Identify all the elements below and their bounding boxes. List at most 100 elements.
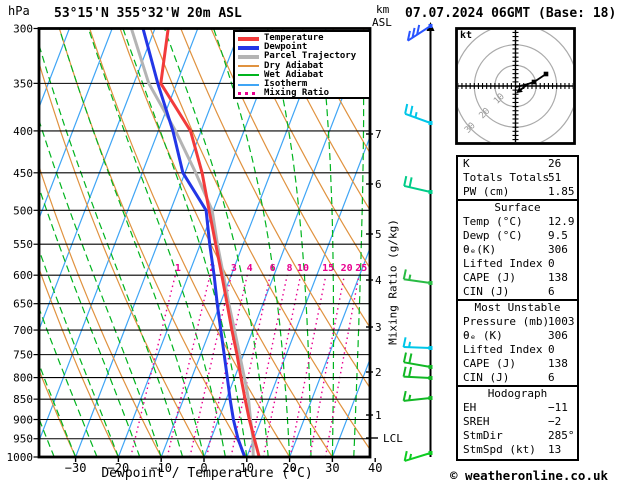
- stats-value: −11: [548, 401, 568, 414]
- stats-box-title: Most Unstable: [474, 301, 561, 314]
- stats-value: 1003: [548, 315, 575, 328]
- wind-barb: [402, 352, 433, 369]
- legend-swatch-3: [238, 65, 259, 68]
- stats-label: EH: [463, 401, 477, 414]
- legend-swatch-2: [238, 54, 259, 59]
- stats-value: −2: [548, 415, 562, 428]
- stats-label: CAPE (J): [463, 357, 516, 370]
- mixing-ratio-value-label: 20: [341, 263, 353, 274]
- stats-row: PW (cm) 1.85: [458, 185, 577, 199]
- wind-barb: [404, 103, 433, 125]
- legend-item-mixing-ratio: Mixing Ratio: [238, 89, 369, 98]
- stats-box-hodograph: Hodograph EH −11 SREH −2 StmDir 285° StmSpd (kt…: [456, 385, 579, 461]
- km-tick-label: 6: [375, 178, 382, 191]
- temp-tick-label: 40: [368, 461, 382, 475]
- legend-swatch-4: [238, 74, 259, 77]
- stats-row: CIN (J) 6: [458, 371, 577, 385]
- wet-adiabat-line: [40, 121, 162, 456]
- stats-row: Pressure (mb) 1003: [458, 315, 577, 329]
- wind-barb: [402, 337, 433, 350]
- pressure-tick-label: 400: [13, 125, 33, 138]
- stats-value: 306: [548, 243, 568, 256]
- pressure-axis-unit: hPa: [8, 4, 30, 18]
- mixing-ratio-value-label: 10: [297, 263, 309, 274]
- pressure-tick-label: 650: [13, 298, 33, 311]
- stats-row: K 26: [458, 157, 577, 171]
- pressure-tick-label: 850: [13, 393, 33, 406]
- pressure-tick-label: 550: [13, 238, 33, 251]
- pressure-tick-label: 950: [13, 433, 33, 446]
- stats-label: CIN (J): [463, 371, 510, 384]
- stats-box-surface: Surface Temp (°C) 12.9 Dewp (°C) 9.5 θₑ(K) 306…: [456, 199, 579, 303]
- stats-label: SREH: [463, 415, 490, 428]
- stats-row: StmSpd (kt) 13: [458, 443, 577, 457]
- copyright: © weatheronline.co.uk: [450, 468, 609, 483]
- wind-barb: [402, 366, 433, 380]
- datetime-title: 07.07.2024 06GMT (Base: 18): [405, 6, 617, 21]
- stats-value: 306: [548, 329, 568, 342]
- altitude-axis-unit-asl: ASL: [372, 16, 392, 29]
- x-axis-label: Dewpoint / Temperature (°C): [101, 466, 313, 481]
- dry-adiabat-line: [40, 64, 205, 456]
- stats-label: K: [463, 157, 470, 170]
- stats-row: θₑ(K) 306: [458, 243, 577, 257]
- stats-label: Totals Totals: [463, 171, 550, 184]
- pressure-tick-label: 1000: [7, 451, 34, 464]
- stats-label: CAPE (J): [463, 271, 516, 284]
- hodograph-unit-label: kt: [460, 30, 473, 41]
- stats-label: Dewp (°C): [463, 229, 523, 242]
- stats-row: CAPE (J) 138: [458, 357, 577, 371]
- legend: Temperature Dewpoint Parcel Trajectory Dry …: [233, 30, 371, 99]
- stats-label: PW (cm): [463, 185, 510, 198]
- wind-barb: [402, 269, 433, 285]
- mixing-ratio-value-label: 3: [231, 263, 237, 274]
- pressure-tick-label: 350: [13, 77, 33, 90]
- stats-row: CAPE (J) 138: [458, 271, 577, 285]
- stats-label: Pressure (mb): [463, 315, 550, 328]
- stats-box-title: Surface: [494, 201, 541, 214]
- stats-value: 12.9: [548, 215, 575, 228]
- altitude-axis-unit-km: km: [376, 3, 390, 16]
- stats-value: 26: [548, 157, 562, 170]
- stats-box-most-unstable: Most Unstable Pressure (mb) 1003 θₑ (K) 306 L…: [456, 299, 579, 389]
- stats-row: SREH −2: [458, 415, 577, 429]
- mixing-ratio-value-label: 15: [322, 263, 334, 274]
- pressure-tick-label: 500: [13, 204, 33, 217]
- stats-label: CIN (J): [463, 285, 510, 298]
- isotherm-line: [40, 29, 70, 107]
- hodograph-trace-marker: [531, 79, 537, 85]
- stats-row: CIN (J) 6: [458, 285, 577, 299]
- stats-label: θₑ (K): [463, 329, 503, 342]
- legend-swatch-5: [238, 83, 259, 86]
- stats-value: 6: [548, 371, 555, 384]
- mixing-ratio-line: [289, 275, 327, 456]
- km-tick-label: 2: [375, 366, 382, 379]
- mixing-ratio-value-label: 1: [175, 263, 181, 274]
- stats-value: 138: [548, 357, 568, 370]
- stats-value: 0: [548, 257, 555, 270]
- stats-value: 138: [548, 271, 568, 284]
- stats-row: StmDir 285°: [458, 429, 577, 443]
- km-tick-label: 7: [375, 128, 382, 141]
- legend-label: Mixing Ratio: [264, 88, 330, 99]
- km-tick-label: 5: [375, 228, 382, 241]
- stats-label: StmDir: [463, 429, 503, 442]
- stats-label: StmSpd (kt): [463, 443, 536, 456]
- stats-value: 9.5: [548, 229, 568, 242]
- pressure-tick-label: 900: [13, 414, 33, 427]
- pressure-tick-label: 700: [13, 324, 33, 337]
- mixing-ratio-value-label: 4: [247, 263, 253, 274]
- stats-label: Temp (°C): [463, 215, 523, 228]
- legend-swatch-0: [238, 36, 259, 41]
- mixing-ratio-axis-label: Mixing Ratio (g/kg): [386, 219, 400, 345]
- temp-tick-label: −30: [65, 461, 87, 475]
- stats-label: Lifted Index: [463, 343, 543, 356]
- skewt-sounding-app: 1 2 3 4 6 8 10 15 20 25 300 350 400 450 500 550 600 650 70…: [0, 0, 629, 486]
- stats-row: θₑ (K) 306: [458, 329, 577, 343]
- stats-row: Totals Totals 51: [458, 171, 577, 185]
- pressure-tick-label: 300: [13, 23, 33, 36]
- stats-box-title: Hodograph: [487, 387, 548, 400]
- stats-row: Temp (°C) 12.9: [458, 215, 577, 229]
- pressure-tick-label: 600: [13, 269, 33, 282]
- stats-row: Lifted Index 0: [458, 343, 577, 357]
